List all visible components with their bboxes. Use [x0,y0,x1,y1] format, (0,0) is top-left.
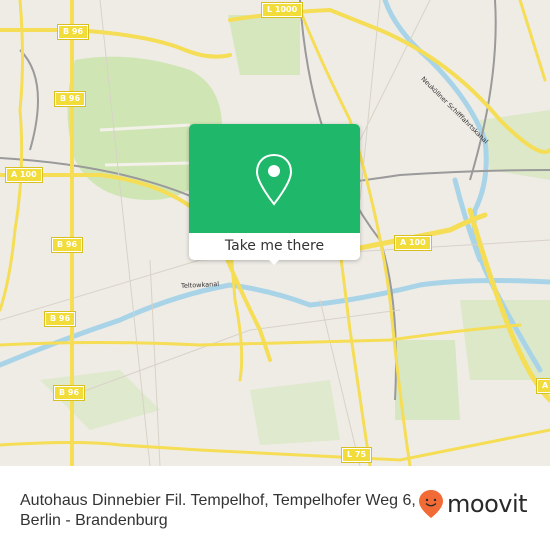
road-shield: A [535,378,550,394]
road-shield: A 100 [5,167,43,183]
location-popup: Take me there [189,124,360,265]
popup-pointer [267,258,281,265]
road [518,0,547,82]
park-north [228,15,300,75]
place-address: Autohaus Dinnebier Fil. Tempelhof, Tempe… [20,492,416,529]
road-shield: L 75 [340,447,373,463]
location-pin-icon [255,153,293,206]
park-southeast [395,340,460,420]
road-shield: B 96 [50,237,84,253]
park-southwest [40,370,160,430]
road-shield: B 96 [43,311,77,327]
road [0,0,24,312]
take-me-there-button[interactable]: Take me there [189,233,360,260]
footer: Autohaus Dinnebier Fil. Tempelhof, Tempe… [0,488,550,550]
road-shield: B 96 [56,24,90,40]
map-view[interactable]: Teltowkanal Neuköllner Schifffahrtskanal… [0,0,550,466]
moovit-pin-icon [419,490,443,518]
road [228,238,244,382]
road [0,28,232,59]
road-shield: L 1000 [260,2,304,18]
road [338,248,372,466]
moovit-logo[interactable]: moovit [418,488,528,520]
brand-wordmark: moovit [447,490,528,518]
road-shield: A 100 [394,235,432,251]
road-shield: B 96 [53,91,87,107]
road-shield: B 96 [52,385,86,401]
park-south [250,380,340,445]
